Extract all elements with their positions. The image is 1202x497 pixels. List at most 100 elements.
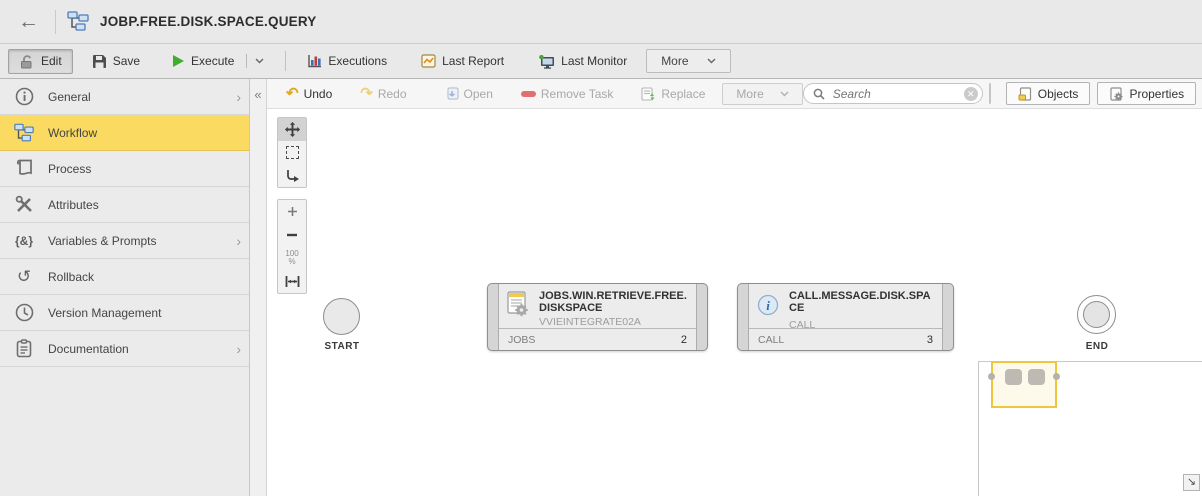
sidebar-item-label: Rollback	[48, 270, 94, 284]
toolbar-more-button[interactable]: More	[646, 49, 730, 73]
edit-button[interactable]: Edit	[8, 49, 73, 74]
task-body: i CALL.MESSAGE.DISK.SPACE CALL CALL 3	[748, 284, 943, 350]
task-subtitle: CALL	[789, 319, 934, 328]
execute-split-divider	[246, 54, 247, 68]
search-input[interactable]	[831, 86, 958, 102]
sidebar-item-attributes[interactable]: Attributes	[0, 187, 249, 223]
objects-button-label: Objects	[1038, 87, 1079, 101]
move-tool-button[interactable]	[278, 118, 306, 141]
last-report-button[interactable]: Last Report	[410, 49, 515, 73]
replace-button[interactable]: Replace	[632, 85, 714, 103]
monitor-icon	[538, 54, 555, 69]
plus-icon	[287, 206, 298, 217]
workflow-start-node[interactable]	[323, 298, 360, 335]
open-icon	[445, 87, 459, 101]
execute-button[interactable]: Execute	[161, 49, 275, 73]
minimap-end-dot	[1053, 373, 1060, 380]
sidebar: General › Workflow	[0, 79, 250, 496]
sidebar-item-label: Workflow	[48, 126, 97, 140]
sidebar-item-workflow[interactable]: Workflow	[0, 115, 249, 151]
clipboard-icon	[13, 339, 35, 358]
save-floppy-icon	[92, 54, 107, 69]
undo-button[interactable]: ↶ Undo	[277, 84, 341, 103]
sidebar-item-rollback[interactable]: ↺ Rollback	[0, 259, 249, 295]
minimap-collapse-button[interactable]: ↘	[1183, 474, 1200, 491]
properties-panel-button[interactable]: Properties	[1097, 82, 1196, 105]
task-left-grip[interactable]	[488, 284, 498, 350]
zoom-out-button[interactable]	[278, 223, 306, 246]
workflow-end-node[interactable]	[1077, 295, 1116, 334]
last-report-button-label: Last Report	[442, 54, 504, 68]
canvas-more-button[interactable]: More	[722, 83, 802, 105]
fit-width-button[interactable]	[278, 270, 306, 293]
task-right-grip[interactable]	[943, 284, 953, 350]
titlebar-divider	[55, 10, 56, 34]
redo-button[interactable]: ↷ Redo	[351, 84, 415, 103]
info-circle-icon	[13, 87, 35, 106]
search-icon	[813, 88, 825, 100]
execute-dropdown-chevron-icon[interactable]	[255, 58, 264, 64]
left-arrow-icon	[990, 90, 991, 98]
rollback-arrow-icon: ↺	[13, 268, 35, 285]
jobs-object-icon	[507, 290, 531, 326]
executions-button[interactable]: Executions	[296, 49, 398, 73]
task-left-grip[interactable]	[738, 284, 748, 350]
svg-text:i: i	[766, 298, 770, 313]
sidebar-item-label: General	[48, 90, 91, 104]
zoom-level-indicator[interactable]: 100 %	[278, 246, 306, 270]
task-node-jobs[interactable]: JOBS.WIN.RETRIEVE.FREE.DISKSPACE VVIEINT…	[487, 283, 708, 351]
sidebar-item-documentation[interactable]: Documentation ›	[0, 331, 249, 367]
undo-icon: ↶	[286, 86, 299, 101]
clear-search-icon[interactable]: ✕	[964, 87, 978, 101]
sidebar-item-label: Attributes	[48, 198, 99, 212]
zoom-in-button[interactable]	[278, 200, 306, 223]
save-button[interactable]: Save	[81, 49, 151, 74]
save-button-label: Save	[113, 54, 140, 68]
unlock-icon	[19, 54, 35, 69]
replace-button-label: Replace	[661, 87, 705, 101]
last-monitor-button[interactable]: Last Monitor	[527, 49, 638, 74]
workflow-canvas[interactable]: 100 % START	[267, 109, 1202, 496]
sidebar-collapse-strip: «	[250, 79, 267, 496]
remove-task-icon	[521, 91, 536, 97]
application-window: ← JOBP.FREE.DISK.SPACE.QUERY Edit	[0, 0, 1202, 497]
canvas-tool-palette	[277, 117, 307, 188]
start-node-label: START	[311, 341, 373, 352]
collapse-sidebar-icon[interactable]: «	[254, 87, 261, 102]
zoom-unit: %	[288, 258, 295, 266]
chevron-right-icon: ›	[236, 341, 241, 357]
search-result-pager	[989, 83, 991, 104]
call-info-icon: i	[757, 290, 781, 326]
back-arrow-icon[interactable]: ←	[12, 11, 45, 32]
objects-panel-button[interactable]: Objects	[1006, 82, 1091, 105]
task-index: 2	[681, 334, 687, 346]
task-index: 3	[927, 334, 933, 346]
task-node-call[interactable]: i CALL.MESSAGE.DISK.SPACE CALL CALL 3	[737, 283, 954, 351]
page-title: JOBP.FREE.DISK.SPACE.QUERY	[100, 14, 317, 29]
process-document-icon	[13, 159, 35, 178]
minimap-viewport[interactable]	[991, 361, 1057, 408]
remove-task-button[interactable]: Remove Task	[512, 85, 622, 103]
previous-result-button[interactable]	[990, 84, 991, 103]
search-field: ✕	[803, 83, 983, 104]
minimap-panel[interactable]: ↘	[978, 361, 1202, 496]
more-chevron-down-icon	[707, 58, 716, 64]
open-button[interactable]: Open	[436, 85, 502, 103]
execute-button-label: Execute	[191, 54, 234, 68]
canvas-more-label: More	[736, 87, 763, 101]
marquee-icon	[286, 146, 299, 159]
sidebar-item-general[interactable]: General ›	[0, 79, 249, 115]
execute-play-icon	[172, 54, 185, 68]
minimap-start-dot	[988, 373, 995, 380]
more-chevron-down-icon	[780, 91, 789, 97]
marquee-select-tool-button[interactable]	[278, 141, 306, 164]
redo-icon: ↷	[360, 86, 373, 101]
sidebar-item-variables-prompts[interactable]: {&} Variables & Prompts ›	[0, 223, 249, 259]
connector-tool-button[interactable]	[278, 164, 306, 187]
sidebar-item-process[interactable]: Process	[0, 151, 249, 187]
task-right-grip[interactable]	[697, 284, 707, 350]
sidebar-item-version-management[interactable]: Version Management	[0, 295, 249, 331]
connector-icon	[285, 168, 300, 183]
properties-button-label: Properties	[1129, 87, 1184, 101]
open-button-label: Open	[464, 87, 493, 101]
